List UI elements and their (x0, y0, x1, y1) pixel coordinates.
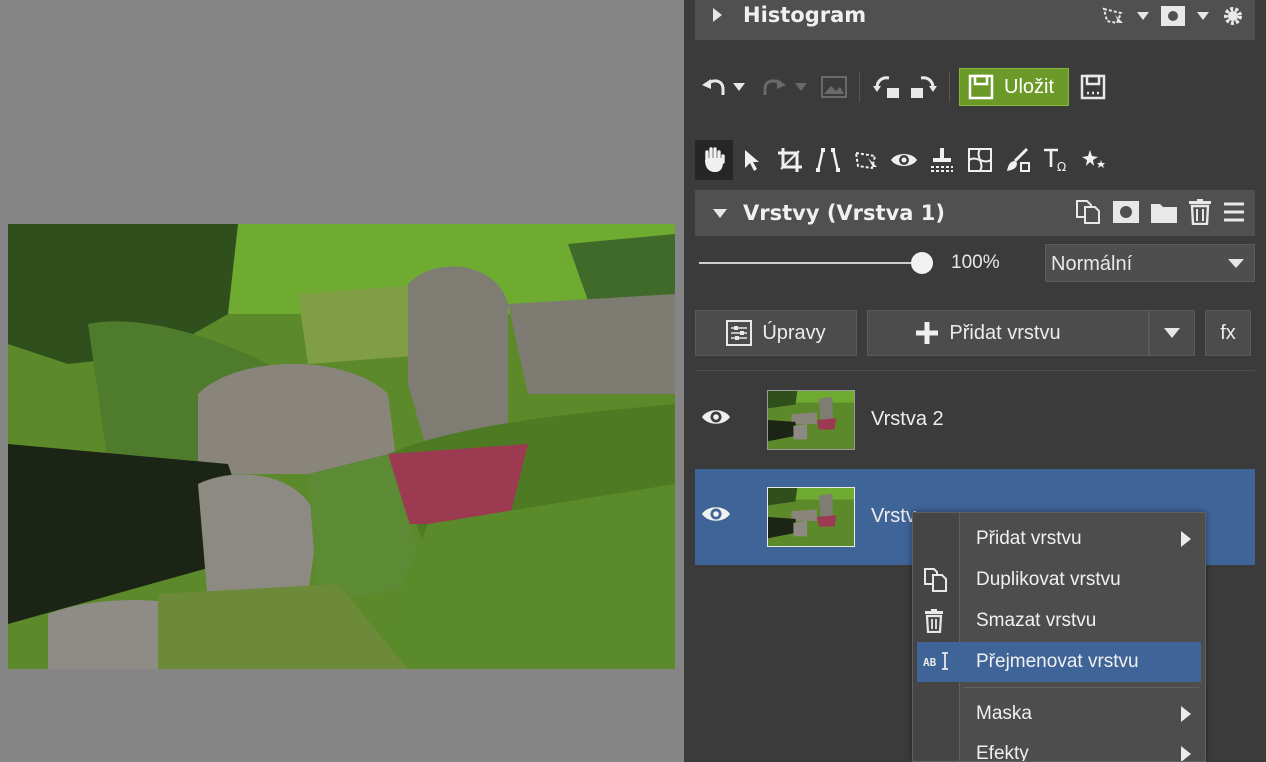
settings-icon[interactable] (1221, 4, 1245, 28)
garden-photo (8, 224, 675, 669)
undo-icon[interactable] (699, 70, 729, 104)
tool-strip: Ω (695, 140, 1255, 180)
rotate-left-icon[interactable] (871, 70, 903, 104)
histogram-header[interactable]: Histogram (695, 0, 1255, 40)
perspective-icon[interactable] (809, 140, 847, 180)
transform-icon[interactable] (847, 140, 885, 180)
plus-icon (915, 321, 939, 345)
save-label: Uložit (1004, 75, 1055, 98)
layer-actions: Úpravy Přidat vrstvu fx (695, 310, 1255, 356)
expand-icon[interactable] (713, 8, 722, 22)
duplicate-icon[interactable] (1075, 199, 1101, 225)
menu-icon[interactable] (1223, 201, 1245, 223)
chevron-down-icon (1228, 259, 1244, 268)
submenu-arrow-icon (1181, 531, 1191, 547)
brush-icon[interactable] (999, 140, 1037, 180)
clone-icon[interactable] (923, 140, 961, 180)
trash-icon (923, 609, 951, 634)
fx-button[interactable]: fx (1205, 310, 1251, 356)
menu-item-mask[interactable]: Maska (917, 694, 1201, 734)
menu-item-rename-layer[interactable]: AB Přejmenovat vrstvu (917, 642, 1201, 682)
eye-icon[interactable] (701, 406, 731, 428)
save-button[interactable]: Uložit (959, 68, 1069, 106)
submenu-arrow-icon (1181, 746, 1191, 761)
menu-item-label: Duplikovat vrstvu (976, 569, 1121, 590)
undo-history-icon[interactable] (731, 70, 747, 104)
menu-item-duplicate-layer[interactable]: Duplikovat vrstvu (917, 560, 1201, 600)
chevron-down-icon (1164, 328, 1180, 338)
menu-item-effects[interactable]: Efekty (917, 734, 1201, 762)
add-layer-dropdown[interactable] (1149, 310, 1195, 356)
menu-item-label: Přidat vrstvu (976, 528, 1082, 549)
mask-icon[interactable] (1161, 6, 1185, 26)
fx-label: fx (1220, 321, 1236, 344)
duplicate-icon (923, 568, 951, 592)
pointer-icon[interactable] (733, 140, 771, 180)
layers-title: Vrstvy (Vrstva 1) (743, 201, 945, 225)
context-menu-divider (963, 687, 1199, 688)
menu-item-label: Přejmenovat vrstvu (976, 651, 1139, 672)
caret-icon[interactable] (1197, 12, 1209, 20)
adjustments-icon (726, 320, 753, 346)
layer-name[interactable]: Vrstv (871, 505, 916, 528)
image-icon[interactable] (819, 70, 849, 104)
submenu-arrow-icon (1181, 706, 1191, 722)
menu-item-add-layer[interactable]: Přidat vrstvu (917, 519, 1201, 559)
collapse-icon[interactable] (713, 209, 727, 218)
toolbar-separator (949, 72, 950, 102)
canvas-area[interactable] (0, 0, 684, 762)
redo-icon[interactable] (759, 70, 789, 104)
opacity-value: 100% (951, 252, 1000, 273)
layer-row[interactable]: Vrstva 2 (695, 372, 1255, 468)
blend-mode-select[interactable]: Normální (1045, 244, 1255, 282)
layers-header-tools (1075, 198, 1245, 226)
histogram-title: Histogram (743, 3, 867, 27)
effects-icon[interactable] (1075, 140, 1113, 180)
photo-preview[interactable] (8, 224, 675, 669)
menu-item-label: Maska (976, 703, 1032, 724)
svg-text:Ω: Ω (1057, 160, 1066, 173)
opacity-slider-handle[interactable] (911, 252, 933, 274)
rename-icon: AB (923, 650, 951, 674)
svg-text:AB: AB (923, 656, 937, 669)
adjustments-button[interactable]: Úpravy (695, 310, 857, 356)
trash-icon[interactable] (1189, 199, 1211, 225)
layer-context-menu: Přidat vrstvu Duplikovat vrstvu Smazat v… (912, 512, 1206, 762)
selection-icon[interactable] (1101, 5, 1125, 27)
redo-history-icon[interactable] (793, 70, 809, 104)
menu-item-delete-layer[interactable]: Smazat vrstvu (917, 601, 1201, 641)
crop-icon[interactable] (771, 140, 809, 180)
blend-mode-value: Normální (1051, 253, 1133, 275)
eye-icon[interactable] (885, 140, 923, 180)
text-icon[interactable]: Ω (1037, 140, 1075, 180)
opacity-slider-track[interactable] (699, 262, 921, 264)
save-as-icon[interactable] (1077, 70, 1109, 104)
rotate-right-icon[interactable] (907, 70, 939, 104)
toolbar-separator (859, 72, 860, 102)
folder-icon[interactable] (1151, 201, 1177, 223)
caret-icon[interactable] (1137, 12, 1149, 20)
opacity-row: 100% Normální (695, 242, 1255, 284)
adjustments-label: Úpravy (762, 321, 826, 344)
divider (695, 370, 1255, 371)
menu-item-label: Smazat vrstvu (976, 610, 1097, 631)
add-layer-button[interactable]: Přidat vrstvu (867, 310, 1149, 356)
histogram-tools (1101, 2, 1245, 30)
main-toolbar: Uložit (695, 62, 1255, 112)
mask-icon[interactable] (1113, 201, 1139, 223)
menu-item-label: Efekty (976, 743, 1029, 762)
save-icon (968, 74, 994, 100)
layer-name[interactable]: Vrstva 2 (871, 408, 944, 431)
add-layer-label: Přidat vrstvu (949, 321, 1061, 344)
hand-icon[interactable] (695, 140, 733, 180)
eye-icon[interactable] (701, 503, 731, 525)
layer-thumbnail (767, 390, 855, 450)
mesh-icon[interactable] (961, 140, 999, 180)
layer-thumbnail (767, 487, 855, 547)
layers-header[interactable]: Vrstvy (Vrstva 1) (695, 190, 1255, 236)
